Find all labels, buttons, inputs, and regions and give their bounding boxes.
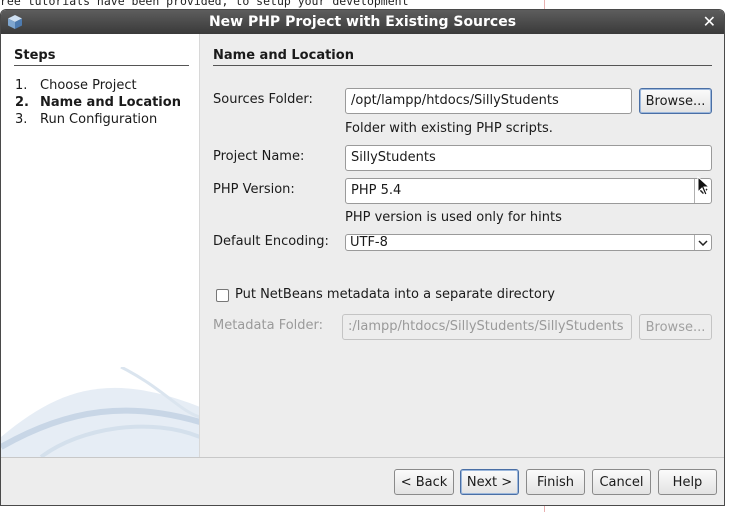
php-version-hint: PHP version is used only for hints xyxy=(345,210,562,225)
section-divider xyxy=(213,65,712,66)
default-encoding-select[interactable]: UTF-8 xyxy=(345,234,712,251)
php-version-select[interactable]: PHP 5.4 xyxy=(345,178,712,204)
content-panel: Name and Location Sources Folder: /opt/l… xyxy=(201,34,724,457)
php-version-label: PHP Version: xyxy=(213,182,295,197)
next-button[interactable]: Next > xyxy=(460,469,519,495)
background-editor-text: ree tutorials have been provided, to set… xyxy=(0,0,409,8)
step-run-configuration: 3. Run Configuration xyxy=(15,112,158,127)
default-encoding-label: Default Encoding: xyxy=(213,234,329,249)
dialog-footer: < Back Next > Finish Cancel Help xyxy=(1,457,724,505)
steps-divider xyxy=(14,65,189,66)
php-version-value: PHP 5.4 xyxy=(351,183,402,198)
steps-title: Steps xyxy=(14,48,56,63)
metadata-browse-button[interactable]: Browse... xyxy=(639,314,712,340)
sources-folder-input[interactable]: /opt/lampp/htdocs/SillyStudents xyxy=(345,88,632,114)
finish-button[interactable]: Finish xyxy=(526,469,585,495)
step-name-and-location: 2. Name and Location xyxy=(15,95,181,110)
steps-decoration-graphic xyxy=(1,367,199,457)
project-name-input[interactable]: SillyStudents xyxy=(345,145,712,171)
dialog-titlebar[interactable]: New PHP Project with Existing Sources ✕ xyxy=(1,10,724,34)
sources-browse-button[interactable]: Browse... xyxy=(639,88,712,114)
close-icon[interactable]: ✕ xyxy=(703,12,716,31)
metadata-checkbox[interactable] xyxy=(216,289,229,302)
cancel-button[interactable]: Cancel xyxy=(592,469,651,495)
section-title: Name and Location xyxy=(213,48,354,63)
metadata-folder-label: Metadata Folder: xyxy=(213,318,324,333)
sources-folder-label: Sources Folder: xyxy=(213,92,313,107)
step-choose-project: 1. Choose Project xyxy=(15,78,137,93)
steps-panel: Steps 1. Choose Project 2. Name and Locati… xyxy=(1,34,200,457)
back-button[interactable]: < Back xyxy=(394,469,454,495)
dropdown-arrow-icon[interactable] xyxy=(694,235,711,250)
help-button[interactable]: Help xyxy=(658,469,717,495)
project-name-label: Project Name: xyxy=(213,149,305,164)
dialog-window: New PHP Project with Existing Sources ✕ … xyxy=(0,9,725,506)
metadata-checkbox-label[interactable]: Put NetBeans metadata into a separate di… xyxy=(235,287,555,302)
app-cube-icon xyxy=(8,15,22,29)
default-encoding-value: UTF-8 xyxy=(350,235,388,250)
mouse-cursor-icon xyxy=(697,176,711,196)
dialog-title: New PHP Project with Existing Sources xyxy=(208,14,517,30)
sources-folder-hint: Folder with existing PHP scripts. xyxy=(345,121,553,136)
metadata-folder-input[interactable]: :/lampp/htdocs/SillyStudents/SillyStuden… xyxy=(342,314,632,340)
